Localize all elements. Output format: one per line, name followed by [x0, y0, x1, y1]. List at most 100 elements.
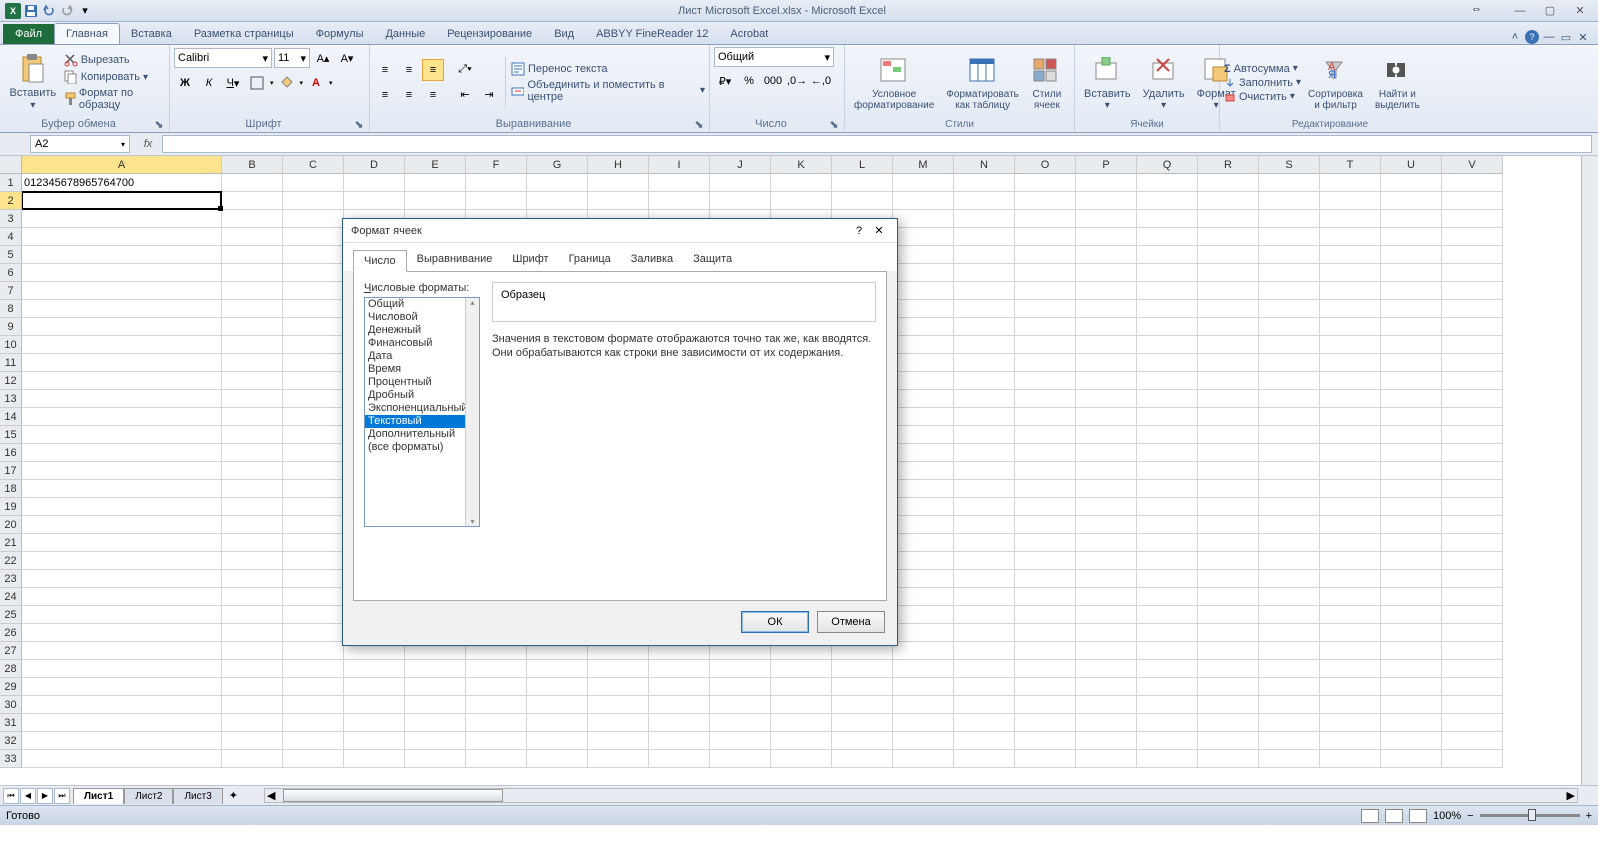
row-header-20[interactable]: 20 — [0, 516, 22, 534]
col-header-V[interactable]: V — [1442, 156, 1503, 174]
indent-increase-icon[interactable]: ⇥ — [478, 84, 500, 106]
save-icon[interactable] — [23, 3, 39, 19]
format-item-8[interactable]: Экспоненциальный — [365, 402, 479, 415]
row-header-19[interactable]: 19 — [0, 498, 22, 516]
paste-button[interactable]: Вставить ▾ — [4, 51, 62, 112]
tab-abbyy[interactable]: ABBYY FineReader 12 — [585, 24, 719, 44]
row-header-32[interactable]: 32 — [0, 732, 22, 750]
col-header-J[interactable]: J — [710, 156, 771, 174]
row-header-13[interactable]: 13 — [0, 390, 22, 408]
copy-button[interactable]: Копировать ▾ — [64, 70, 165, 84]
cell-A1[interactable]: 012345678965764700 — [22, 174, 222, 192]
format-table-button[interactable]: Форматировать как таблицу — [941, 53, 1024, 113]
find-button[interactable]: Найти и выделить — [1370, 53, 1425, 113]
view-normal-icon[interactable] — [1361, 809, 1379, 823]
format-item-5[interactable]: Время — [365, 363, 479, 376]
cancel-button[interactable]: Отмена — [817, 611, 885, 633]
align-right-icon[interactable]: ≡ — [422, 84, 444, 106]
align-top-icon[interactable]: ≡ — [374, 59, 396, 81]
sheet-tab-1[interactable]: Лист1 — [73, 788, 124, 804]
col-header-K[interactable]: K — [771, 156, 832, 174]
decrease-decimal-icon[interactable]: ←,0 — [810, 70, 832, 92]
row-header-23[interactable]: 23 — [0, 570, 22, 588]
maximize-button[interactable]: ▢ — [1536, 3, 1564, 19]
row-header-7[interactable]: 7 — [0, 282, 22, 300]
window-restore-icon[interactable]: ▭ — [1559, 30, 1573, 44]
row-header-18[interactable]: 18 — [0, 480, 22, 498]
window-min-icon[interactable]: — — [1542, 30, 1556, 44]
align-bottom-icon[interactable]: ≡ — [422, 59, 444, 81]
align-center-icon[interactable]: ≡ — [398, 84, 420, 106]
row-header-4[interactable]: 4 — [0, 228, 22, 246]
sheet-nav-next-icon[interactable]: ▶ — [37, 788, 53, 804]
fx-icon[interactable]: fx — [138, 138, 158, 150]
col-header-Q[interactable]: Q — [1137, 156, 1198, 174]
row-header-24[interactable]: 24 — [0, 588, 22, 606]
col-header-N[interactable]: N — [954, 156, 1015, 174]
clipboard-launcher-icon[interactable]: ⬊ — [153, 118, 165, 130]
row-header-21[interactable]: 21 — [0, 534, 22, 552]
grow-font-icon[interactable]: A▴ — [312, 47, 334, 69]
listbox-scrollbar[interactable]: ▴ ▾ — [465, 298, 479, 526]
dialog-close-icon[interactable]: ✕ — [869, 224, 889, 237]
format-item-3[interactable]: Финансовый — [365, 337, 479, 350]
row-header-27[interactable]: 27 — [0, 642, 22, 660]
view-layout-icon[interactable] — [1385, 809, 1403, 823]
col-header-E[interactable]: E — [405, 156, 466, 174]
wrap-text-button[interactable]: Перенос текста — [511, 62, 705, 76]
col-header-A[interactable]: A — [22, 156, 222, 174]
col-header-P[interactable]: P — [1076, 156, 1137, 174]
font-launcher-icon[interactable]: ⬊ — [353, 118, 365, 130]
format-item-0[interactable]: Общий — [365, 298, 479, 311]
view-pagebreak-icon[interactable] — [1409, 809, 1427, 823]
row-header-28[interactable]: 28 — [0, 660, 22, 678]
font-size-combo[interactable]: 11▾ — [274, 48, 310, 68]
zoom-out-icon[interactable]: − — [1467, 810, 1473, 822]
sheet-nav-first-icon[interactable]: ⏮ — [3, 788, 19, 804]
cell-styles-button[interactable]: Стили ячеек — [1026, 53, 1068, 113]
col-header-I[interactable]: I — [649, 156, 710, 174]
format-item-2[interactable]: Денежный — [365, 324, 479, 337]
name-box[interactable]: A2▾ — [30, 135, 130, 153]
col-header-G[interactable]: G — [527, 156, 588, 174]
row-header-9[interactable]: 9 — [0, 318, 22, 336]
minimize-button[interactable]: — — [1506, 3, 1534, 19]
row-header-33[interactable]: 33 — [0, 750, 22, 768]
new-sheet-icon[interactable]: ✦ — [223, 789, 244, 802]
col-header-D[interactable]: D — [344, 156, 405, 174]
formula-input[interactable] — [162, 135, 1592, 153]
dlg-tab-font[interactable]: Шрифт — [502, 249, 558, 271]
row-header-8[interactable]: 8 — [0, 300, 22, 318]
sheet-nav-last-icon[interactable]: ⏭ — [54, 788, 70, 804]
tab-acrobat[interactable]: Acrobat — [719, 24, 779, 44]
col-header-F[interactable]: F — [466, 156, 527, 174]
redo-icon[interactable] — [59, 3, 75, 19]
format-item-10[interactable]: Дополнительный — [365, 428, 479, 441]
col-header-U[interactable]: U — [1381, 156, 1442, 174]
row-header-3[interactable]: 3 — [0, 210, 22, 228]
row-header-25[interactable]: 25 — [0, 606, 22, 624]
format-item-7[interactable]: Дробный — [365, 389, 479, 402]
window-close-icon[interactable]: ✕ — [1576, 30, 1590, 44]
select-all-corner[interactable] — [0, 156, 22, 174]
zoom-in-icon[interactable]: + — [1586, 810, 1592, 822]
row-header-5[interactable]: 5 — [0, 246, 22, 264]
merge-center-button[interactable]: Объединить и поместить в центре ▾ — [511, 79, 705, 103]
increase-decimal-icon[interactable]: ,0→ — [786, 70, 808, 92]
format-item-4[interactable]: Дата — [365, 350, 479, 363]
tab-insert[interactable]: Вставка — [120, 24, 183, 44]
alignment-launcher-icon[interactable]: ⬊ — [693, 118, 705, 130]
cut-button[interactable]: Вырезать — [64, 53, 165, 67]
sort-filter-button[interactable]: AЯСортировка и фильтр — [1303, 53, 1368, 113]
tab-data[interactable]: Данные — [374, 24, 436, 44]
dlg-tab-protection[interactable]: Защита — [683, 249, 742, 271]
font-name-combo[interactable]: Calibri▾ — [174, 48, 272, 68]
resize-grip-icon[interactable]: ⇔ — [1471, 3, 1482, 19]
percent-icon[interactable]: % — [738, 70, 760, 92]
close-button[interactable]: ✕ — [1566, 3, 1594, 19]
bold-icon[interactable]: Ж — [174, 72, 196, 94]
help-icon[interactable]: ? — [1525, 30, 1539, 44]
dlg-tab-alignment[interactable]: Выравнивание — [407, 249, 503, 271]
sheet-tab-2[interactable]: Лист2 — [124, 788, 173, 804]
col-header-H[interactable]: H — [588, 156, 649, 174]
